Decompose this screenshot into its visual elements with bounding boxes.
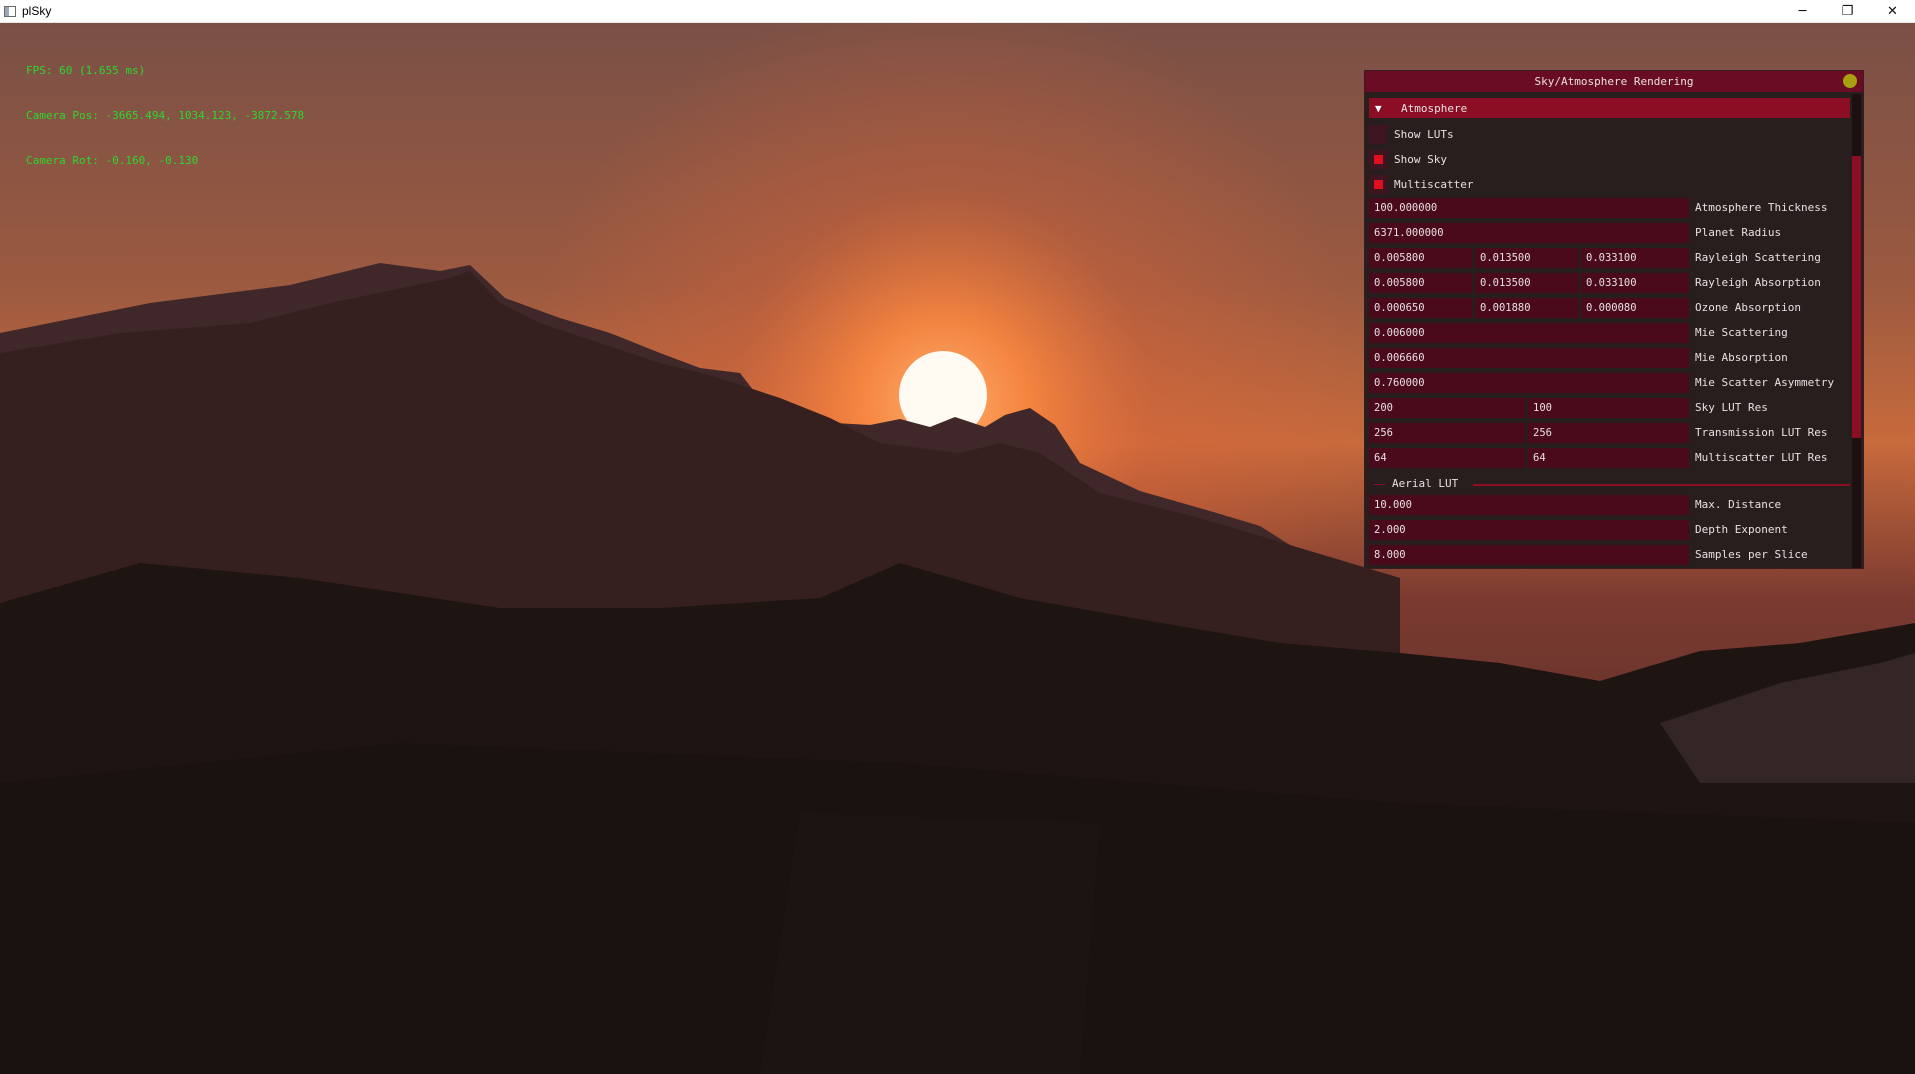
- planet-radius-input[interactable]: 6371.000000: [1369, 223, 1689, 243]
- rayleigh-absorption-r-input[interactable]: 0.005800: [1369, 273, 1472, 293]
- close-button[interactable]: ✕: [1870, 0, 1915, 22]
- ozone-absorption-r-input[interactable]: 0.000650: [1369, 298, 1472, 318]
- app-icon: [4, 5, 16, 17]
- panel-scrollbar-thumb[interactable]: [1852, 156, 1861, 438]
- multiscatter-row[interactable]: Multiscatter: [1369, 174, 1473, 194]
- transmission-lut-res-width-input[interactable]: 256: [1369, 423, 1525, 443]
- depth-exponent-input[interactable]: 2.000: [1369, 520, 1689, 540]
- panel-titlebar[interactable]: Sky/Atmosphere Rendering: [1365, 71, 1863, 92]
- aerial-lut-label: Aerial LUT: [1392, 477, 1459, 490]
- aerial-lut-separator: Aerial LUT: [1369, 477, 1850, 491]
- mie-scatter-asymmetry-label: Mie Scatter Asymmetry: [1695, 376, 1835, 389]
- planet-radius-label: Planet Radius: [1695, 226, 1782, 239]
- max-distance-label: Max. Distance: [1695, 498, 1782, 511]
- show-luts-row[interactable]: Show LUTs: [1369, 124, 1454, 144]
- rayleigh-scattering-b-input[interactable]: 0.033100: [1581, 248, 1689, 268]
- transmission-lut-res-label: Transmission LUT Res: [1695, 426, 1828, 439]
- collapse-arrow-icon: ▼: [1375, 101, 1382, 115]
- depth-exponent-label: Depth Exponent: [1695, 523, 1788, 536]
- ozone-absorption-g-input[interactable]: 0.001880: [1475, 298, 1578, 318]
- camera-rotation-readout: Camera Rot: -0.160, -0.130: [26, 154, 199, 167]
- sky-lut-res-width-input[interactable]: 200: [1369, 398, 1525, 418]
- samples-per-slice-input[interactable]: 8.000: [1369, 545, 1689, 565]
- atmosphere-header[interactable]: ▼ Atmosphere: [1369, 98, 1850, 118]
- mie-absorption-input[interactable]: 0.006660: [1369, 348, 1689, 368]
- atmosphere-thickness-input[interactable]: 100.000000: [1369, 198, 1689, 218]
- ozone-absorption-label: Ozone Absorption: [1695, 301, 1801, 314]
- ozone-absorption-b-input[interactable]: 0.000080: [1581, 298, 1689, 318]
- separator-line-left: [1373, 484, 1385, 485]
- sky-lut-res-label: Sky LUT Res: [1695, 401, 1768, 414]
- multiscatter-lut-res-label: Multiscatter LUT Res: [1695, 451, 1828, 464]
- restore-button[interactable]: ❐: [1825, 0, 1870, 22]
- rayleigh-absorption-b-input[interactable]: 0.033100: [1581, 273, 1689, 293]
- max-distance-input[interactable]: 10.000: [1369, 495, 1689, 515]
- ground-facet: [760, 813, 1100, 1074]
- debug-overlay: FPS: 60 (1.655 ms) Camera Pos: -3665.494…: [26, 33, 304, 183]
- mie-scatter-asymmetry-input[interactable]: 0.760000: [1369, 373, 1689, 393]
- rayleigh-scattering-r-input[interactable]: 0.005800: [1369, 248, 1472, 268]
- panel-title: Sky/Atmosphere Rendering: [1534, 75, 1694, 88]
- rayleigh-absorption-label: Rayleigh Absorption: [1695, 276, 1821, 289]
- minimize-button[interactable]: ─: [1780, 0, 1825, 22]
- multiscatter-checkbox[interactable]: [1369, 174, 1388, 194]
- atmosphere-header-label: Atmosphere: [1401, 101, 1468, 115]
- sky-lut-res-height-input[interactable]: 100: [1528, 398, 1689, 418]
- multiscatter-label: Multiscatter: [1394, 177, 1474, 191]
- mie-absorption-label: Mie Absorption: [1695, 351, 1788, 364]
- camera-position-readout: Camera Pos: -3665.494, 1034.123, -3872.5…: [26, 109, 305, 122]
- rayleigh-scattering-g-input[interactable]: 0.013500: [1475, 248, 1578, 268]
- atmosphere-thickness-label: Atmosphere Thickness: [1695, 201, 1828, 214]
- rayleigh-scattering-label: Rayleigh Scattering: [1695, 251, 1821, 264]
- window-title: plSky: [22, 4, 52, 18]
- fps-readout: FPS: 60 (1.655 ms): [26, 64, 146, 77]
- show-sky-checkbox[interactable]: [1369, 149, 1388, 169]
- mie-scattering-input[interactable]: 0.006000: [1369, 323, 1689, 343]
- window-titlebar: plSky ─ ❐ ✕: [0, 0, 1915, 23]
- panel-scrollbar[interactable]: [1852, 94, 1861, 568]
- close-circle-icon[interactable]: [1843, 74, 1857, 88]
- show-sky-label: Show Sky: [1394, 152, 1447, 166]
- show-luts-checkbox[interactable]: [1369, 124, 1388, 144]
- show-sky-row[interactable]: Show Sky: [1369, 149, 1447, 169]
- show-luts-label: Show LUTs: [1394, 127, 1454, 141]
- multiscatter-lut-res-width-input[interactable]: 64: [1369, 448, 1525, 468]
- sky-atmosphere-panel: Sky/Atmosphere Rendering ▼ Atmosphere Sh…: [1364, 70, 1864, 569]
- multiscatter-lut-res-height-input[interactable]: 64: [1528, 448, 1689, 468]
- transmission-lut-res-height-input[interactable]: 256: [1528, 423, 1689, 443]
- separator-line-right: [1473, 484, 1850, 486]
- samples-per-slice-label: Samples per Slice: [1695, 548, 1808, 561]
- mie-scattering-label: Mie Scattering: [1695, 326, 1788, 339]
- rayleigh-absorption-g-input[interactable]: 0.013500: [1475, 273, 1578, 293]
